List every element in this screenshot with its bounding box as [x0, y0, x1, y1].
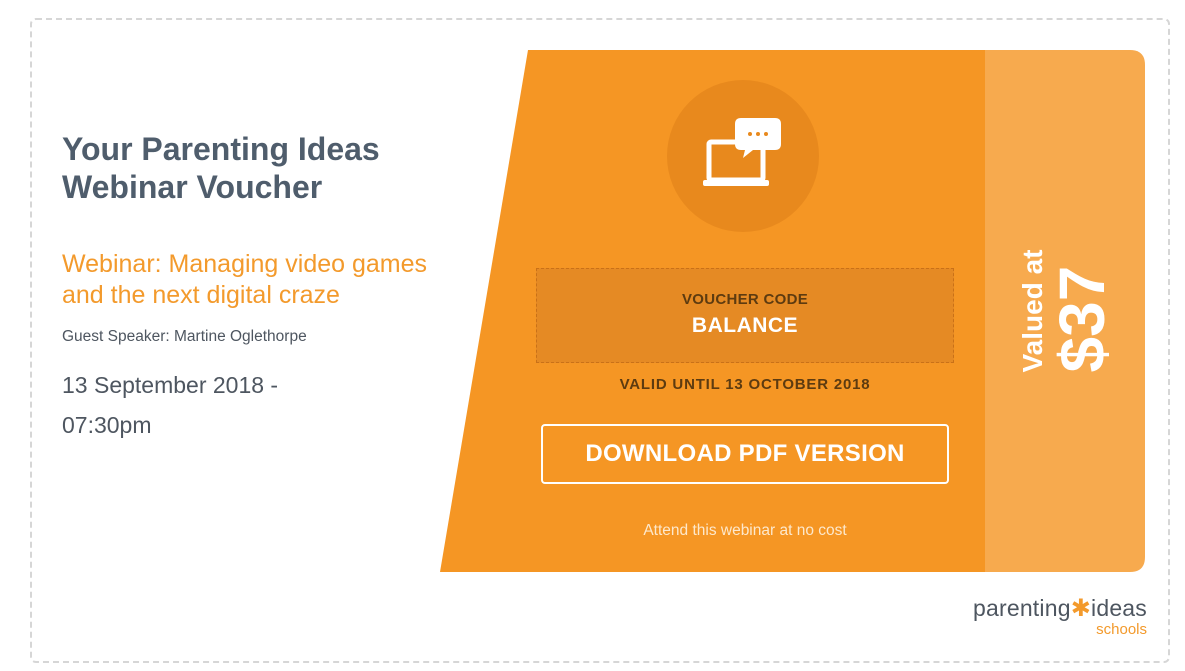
webinar-date-line2: 07:30pm [62, 412, 152, 438]
webinar-title: Webinar: Managing video games and the ne… [62, 250, 428, 309]
valued-at-label: Valued at [1017, 249, 1048, 373]
laptop-chat-icon [703, 118, 781, 186]
voucher-details: Your Parenting Ideas Webinar Voucher Web… [62, 130, 442, 445]
webinar-icon-badge [667, 80, 819, 232]
voucher-code-box: VOUCHER CODE BALANCE [536, 268, 954, 363]
guest-speaker: Guest Speaker: Martine Oglethorpe [62, 328, 307, 345]
attend-note: Attend this webinar at no cost [643, 522, 847, 539]
logo-wordmark: parenting✱ideas [973, 594, 1147, 623]
voucher-code-panel: VOUCHER CODE BALANCE VALID UNTIL 13 OCTO… [440, 50, 1145, 572]
value-panel: Valued at $37 [985, 50, 1145, 572]
voucher-title-line1: Your Parenting Ideas [62, 131, 380, 167]
voucher-price: $37 [1046, 265, 1118, 373]
value-text: Valued at $37 [1016, 249, 1118, 373]
valid-until-text: VALID UNTIL 13 OCTOBER 2018 [619, 376, 871, 393]
logo-subtitle: schools [1096, 621, 1147, 638]
voucher-code-label: VOUCHER CODE [681, 291, 809, 308]
webinar-date: 13 September 2018 - 07:30pm [62, 365, 442, 445]
voucher-code-value: BALANCE [691, 314, 799, 337]
parenting-ideas-logo: parenting✱ideas schools [973, 594, 1147, 638]
voucher-title: Your Parenting Ideas Webinar Voucher [62, 130, 442, 206]
logo-word-parenting: parenting [972, 595, 1071, 621]
webinar-date-line1: 13 September 2018 - [62, 372, 279, 398]
logo-star-icon: ✱ [1070, 595, 1092, 622]
download-pdf-button[interactable]: DOWNLOAD PDF VERSION [541, 424, 949, 484]
logo-word-ideas: ideas [1091, 595, 1147, 621]
voucher-title-line2: Webinar Voucher [62, 169, 323, 205]
